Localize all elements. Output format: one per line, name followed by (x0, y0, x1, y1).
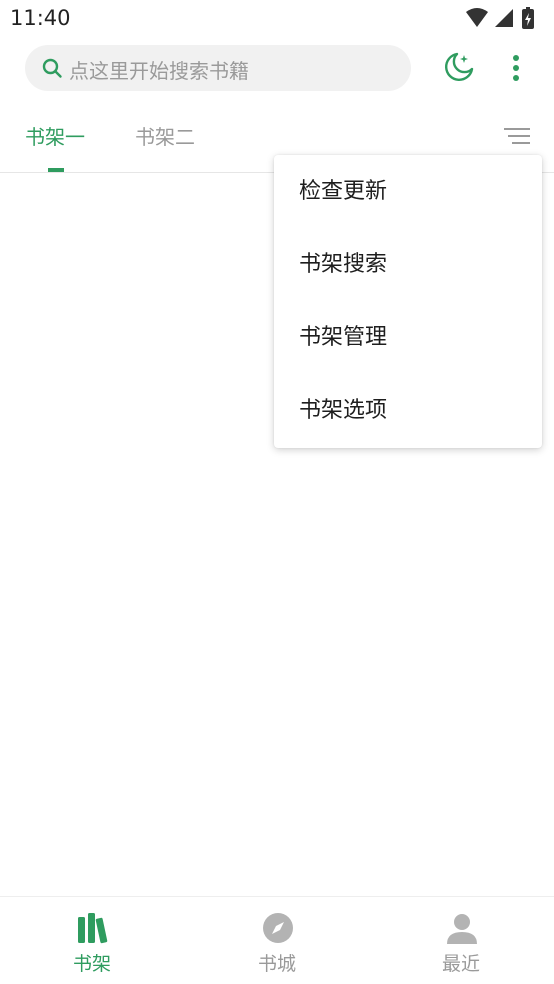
nav-item-bookstore[interactable]: 书城 (185, 897, 369, 984)
status-bar: 11:40 (0, 0, 554, 38)
compass-icon (263, 913, 293, 943)
tab-shelf-1[interactable]: 书架一 (25, 121, 85, 150)
bottom-navigation: 书架 书城 最近 (0, 896, 554, 984)
search-placeholder: 点这里开始搜索书籍 (69, 59, 249, 83)
tab-shelf-2[interactable]: 书架二 (135, 121, 195, 150)
menu-item-shelf-search[interactable]: 书架搜索 (274, 228, 542, 301)
shelf-menu-icon[interactable] (500, 122, 534, 150)
wifi-icon (466, 8, 488, 27)
status-time: 11:40 (10, 6, 71, 30)
bookshelf-icon (78, 913, 108, 944)
app-screen: 11:40 点这里开始搜索书籍 书架一 书架二 检查更新 书架搜索 书架管理 书… (0, 0, 554, 984)
menu-item-shelf-options[interactable]: 书架选项 (274, 374, 542, 447)
battery-icon (522, 7, 534, 29)
nav-label-bookstore: 书城 (257, 953, 296, 975)
menu-item-check-update[interactable]: 检查更新 (274, 155, 542, 228)
nav-label-recent: 最近 (441, 953, 480, 975)
status-icons (466, 7, 534, 29)
shelf-popup-menu: 检查更新 书架搜索 书架管理 书架选项 (274, 155, 542, 448)
search-input[interactable]: 点这里开始搜索书籍 (25, 45, 411, 91)
search-icon (42, 58, 62, 78)
more-vertical-icon[interactable] (500, 50, 532, 86)
menu-item-shelf-manage[interactable]: 书架管理 (274, 301, 542, 374)
person-icon (447, 914, 477, 944)
nav-label-bookshelf: 书架 (72, 953, 111, 975)
night-mode-icon[interactable] (440, 50, 476, 86)
signal-icon (495, 9, 513, 27)
nav-item-recent[interactable]: 最近 (369, 897, 553, 984)
nav-item-bookshelf[interactable]: 书架 (0, 897, 184, 984)
